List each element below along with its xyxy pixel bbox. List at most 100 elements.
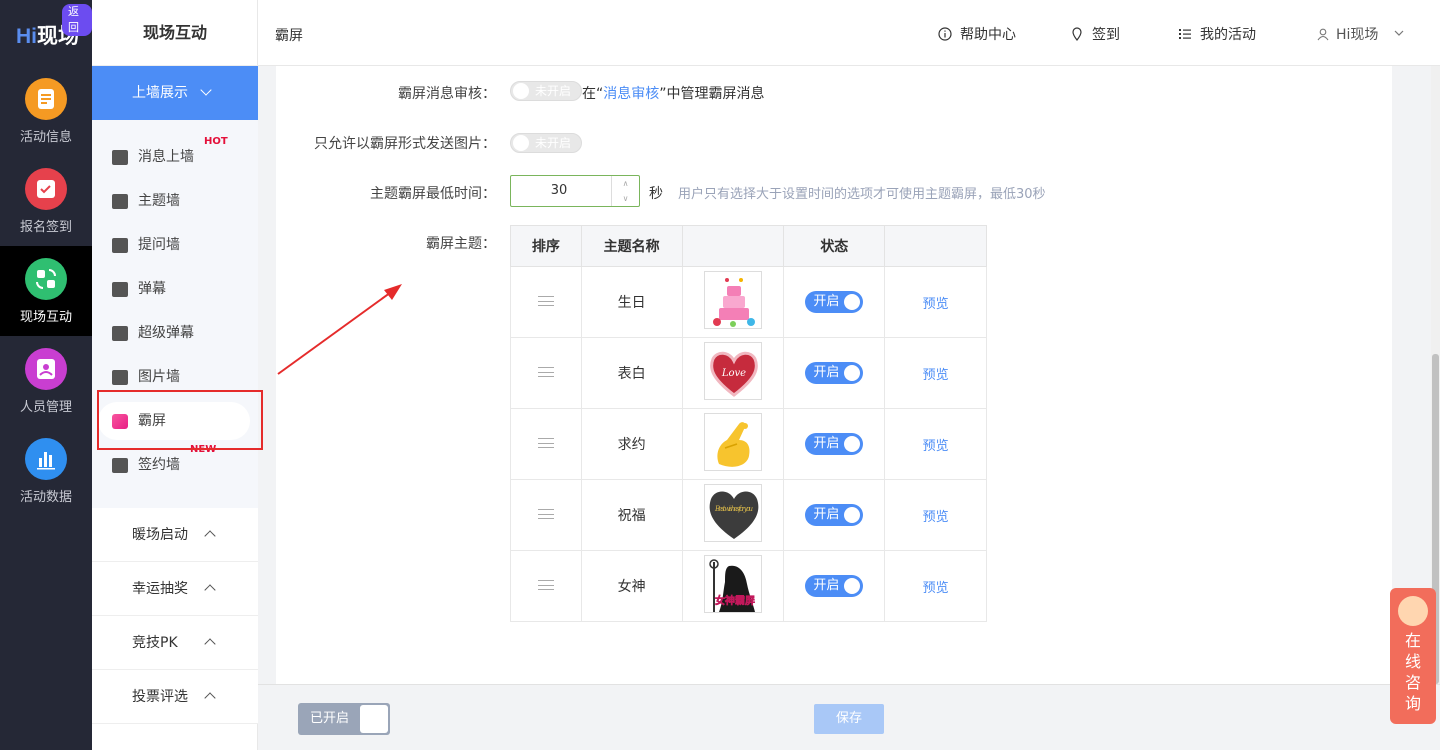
- sidebar-item-label: 弹幕: [138, 281, 166, 297]
- consult-text: 在线咨询: [1405, 631, 1422, 713]
- status-toggle[interactable]: 开启: [805, 575, 864, 597]
- user-icon: [1317, 28, 1329, 41]
- sidebar-item-question-wall[interactable]: 提问墙: [98, 226, 250, 264]
- toggle-knob: [844, 365, 861, 381]
- preview-link[interactable]: 预览: [923, 439, 949, 454]
- sidebar-item-message-wall[interactable]: 消息上墙 HOT: [98, 136, 250, 176]
- list-icon: [112, 282, 128, 297]
- toggle-knob: [844, 436, 861, 452]
- note-suffix: ”中管理霸屏消息: [659, 86, 765, 102]
- drag-handle-icon[interactable]: [537, 580, 554, 590]
- image-only-switch[interactable]: 未开启: [510, 133, 582, 153]
- sidebar-item-label: 图片墙: [138, 369, 180, 385]
- help-center-link[interactable]: 帮助中心: [938, 24, 1016, 44]
- switch-knob: [513, 135, 529, 151]
- status-toggle[interactable]: 开启: [805, 504, 864, 526]
- theme-name: 女神: [580, 550, 683, 622]
- sidebar-item-label: 提问墙: [138, 237, 180, 253]
- drag-handle-icon[interactable]: [537, 509, 554, 519]
- image-icon: [112, 370, 128, 385]
- chevron-up-icon: [204, 692, 216, 704]
- group-wall-display[interactable]: 上墙展示: [92, 66, 258, 120]
- col-action: [884, 225, 987, 267]
- toggle-knob: [844, 578, 861, 594]
- status-toggle[interactable]: 开启: [805, 433, 864, 455]
- image-only-label: 只允许以霸屏形式发送图片：: [314, 136, 496, 152]
- preview-link[interactable]: 预览: [923, 368, 949, 383]
- sidebar-item-danmaku[interactable]: 弹幕: [98, 270, 250, 308]
- preview-link[interactable]: 预览: [923, 297, 949, 312]
- group-label: 竞技PK: [132, 635, 178, 651]
- nav-item-activity-info[interactable]: 活动信息: [0, 66, 92, 156]
- preview-link[interactable]: 预览: [923, 581, 949, 596]
- sidebar-item-label: 主题墙: [138, 193, 180, 209]
- drag-handle-icon[interactable]: [537, 367, 554, 377]
- note-prefix: 在“: [582, 86, 604, 102]
- min-time-stepper[interactable]: 30 ∧ ∨: [510, 175, 640, 207]
- status-toggle[interactable]: 开启: [805, 291, 864, 313]
- switch-knob: [513, 83, 529, 99]
- save-button[interactable]: 保存: [814, 704, 884, 734]
- toggle-label: 开启: [813, 578, 840, 593]
- review-switch[interactable]: 未开启: [510, 81, 582, 101]
- calendar-check-icon: [25, 168, 67, 210]
- table-row: 求约 开启 预览: [510, 408, 987, 480]
- nav-item-live-interaction[interactable]: 现场互动: [0, 246, 92, 336]
- toggle-label: 开启: [813, 365, 840, 380]
- toggle-knob: [360, 705, 388, 733]
- chevron-down-icon: [200, 84, 212, 96]
- signin-link[interactable]: 签到: [1070, 24, 1120, 44]
- theme-name: 表白: [580, 337, 683, 409]
- main-nav: Hi现场 返回 活动信息 报名签到 现场互动 人员管理 活动数据: [0, 0, 92, 750]
- location-pin-icon: [1072, 27, 1082, 41]
- drag-handle-icon[interactable]: [537, 438, 554, 448]
- user-menu[interactable]: Hi现场: [1316, 24, 1405, 44]
- sidebar-item-label: 消息上墙: [138, 149, 194, 165]
- min-time-unit: 秒: [649, 186, 663, 202]
- increment-button[interactable]: ∧: [611, 176, 639, 191]
- my-activities-label: 我的活动: [1200, 27, 1256, 43]
- status-toggle[interactable]: 开启: [805, 362, 864, 384]
- nav-item-registration[interactable]: 报名签到: [0, 156, 92, 246]
- sub-sidebar: 现场互动 上墙展示 消息上墙 HOT 主题墙 提问墙 弹幕 超级弹幕 图片墙 霸…: [92, 0, 258, 750]
- breadcrumb: 霸屏: [275, 28, 303, 44]
- theme-table: 排序 主题名称 状态 生日 开启 预览 表白 Love 开启 预览 求约 开启 …: [510, 225, 987, 622]
- group-pk[interactable]: 竞技PK: [92, 616, 258, 670]
- sidebar-item-super-danmaku[interactable]: 超级弹幕: [98, 314, 250, 352]
- heart-thumbnail: Love: [703, 342, 762, 400]
- sidebar-item-theme-wall[interactable]: 主题墙: [98, 182, 250, 220]
- review-note: 在“消息审核”中管理霸屏消息: [582, 83, 765, 103]
- logo[interactable]: Hi现场 返回: [0, 0, 92, 66]
- nav-item-data[interactable]: 活动数据: [0, 426, 92, 516]
- group-voting[interactable]: 投票评选: [92, 670, 258, 724]
- group-warmup[interactable]: 暖场启动: [92, 508, 258, 562]
- min-time-hint: 用户只有选择大于设置时间的选项才可使用主题霸屏，最低30秒: [678, 187, 1046, 202]
- table-row: 生日 开启 预览: [510, 266, 987, 338]
- nav-label: 人员管理: [19, 400, 72, 415]
- enable-toggle[interactable]: 已开启: [298, 703, 390, 735]
- group-label: 幸运抽奖: [132, 581, 188, 597]
- col-status: 状态: [783, 225, 886, 267]
- sidebar-item-signing-wall[interactable]: 签约墙 NEW: [98, 444, 250, 484]
- toggle-knob: [844, 507, 861, 523]
- group-lottery[interactable]: 幸运抽奖: [92, 562, 258, 616]
- settings-panel: 霸屏消息审核： 未开启 在“消息审核”中管理霸屏消息 只允许以霸屏形式发送图片：…: [276, 66, 1392, 686]
- my-activities-link[interactable]: 我的活动: [1178, 24, 1256, 44]
- cake-thumbnail: [703, 271, 762, 329]
- message-review-link[interactable]: 消息审核: [603, 86, 659, 102]
- user-card-icon: [25, 348, 67, 390]
- nav-item-people[interactable]: 人员管理: [0, 336, 92, 426]
- preview-link[interactable]: 预览: [923, 510, 949, 525]
- theme-label: 霸屏主题：: [426, 236, 496, 252]
- home-icon: [112, 194, 128, 209]
- drag-handle-icon[interactable]: [537, 296, 554, 306]
- decrement-button[interactable]: ∨: [611, 191, 639, 206]
- sidebar-item-label: 签约墙: [138, 457, 180, 473]
- bottom-bar: 已开启 保存: [258, 684, 1440, 750]
- back-badge[interactable]: 返回: [62, 4, 92, 36]
- table-row: 表白 Love 开启 预览: [510, 337, 987, 409]
- finger-heart-thumbnail: [703, 413, 762, 471]
- online-consult-button[interactable]: 在线咨询: [1390, 588, 1436, 724]
- min-time-input[interactable]: 30: [511, 176, 607, 206]
- annotation-arrow: [277, 284, 402, 375]
